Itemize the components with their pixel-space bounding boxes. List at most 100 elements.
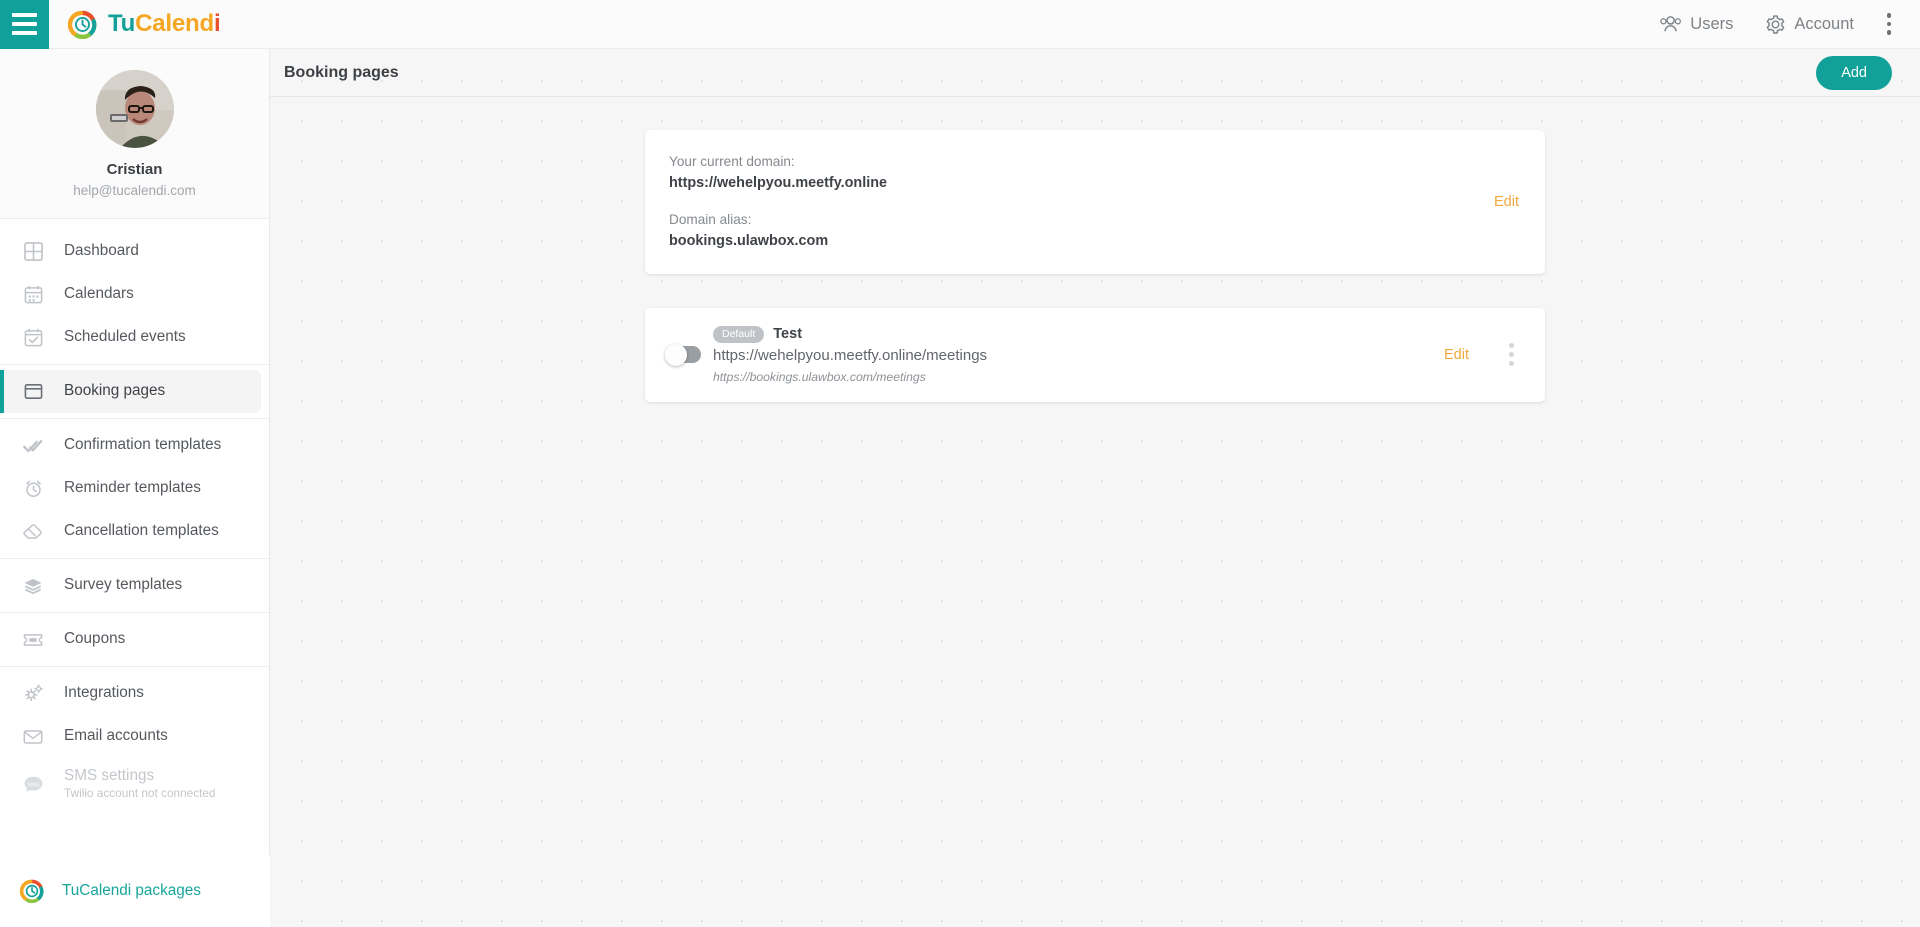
- sidebar-item-sublabel: Twilio account not connected: [64, 786, 216, 800]
- sidebar-group: Confirmation templates Reminder template…: [0, 419, 269, 558]
- brand-logo[interactable]: TuCalendi: [68, 10, 220, 39]
- browser-window-icon: [20, 379, 46, 405]
- calendar-check-icon: [20, 325, 46, 351]
- content-area: Your current domain: https://wehelpyou.m…: [270, 97, 1920, 402]
- sidebar-item-text-stack: SMS settings Twilio account not connecte…: [64, 768, 216, 801]
- envelope-icon: [20, 724, 46, 750]
- brand-text-part3: i: [214, 10, 220, 37]
- domain-info: Your current domain: https://wehelpyou.m…: [669, 151, 1494, 253]
- sidebar-item-label: Integrations: [64, 685, 144, 702]
- svg-text:SMS: SMS: [27, 782, 40, 788]
- account-label: Account: [1794, 15, 1854, 34]
- booking-page-name: Test: [773, 326, 802, 342]
- booking-page-row: Default Test https://wehelpyou.meetfy.on…: [645, 308, 1545, 402]
- page-title: Booking pages: [284, 64, 399, 82]
- hamburger-icon-bar: [12, 31, 37, 35]
- sidebar-item-cancellation-templates[interactable]: Cancellation templates: [0, 510, 261, 553]
- sidebar-item-calendars[interactable]: Calendars: [0, 273, 261, 316]
- profile-section: Cristian help@tucalendi.com: [0, 49, 269, 219]
- double-check-icon: [20, 433, 46, 459]
- sidebar-item-label: Dashboard: [64, 243, 139, 260]
- users-group-icon: [1660, 15, 1682, 33]
- current-domain-value: https://wehelpyou.meetfy.online: [669, 172, 1494, 194]
- profile-name: Cristian: [107, 161, 163, 178]
- domain-alias-value: bookings.ulawbox.com: [669, 230, 1494, 252]
- avatar-photo: [96, 70, 174, 148]
- sidebar-item-email-accounts[interactable]: Email accounts: [0, 715, 261, 758]
- users-label: Users: [1690, 15, 1733, 34]
- sidebar-nav: Dashboard Calendars Scheduled events: [0, 219, 269, 815]
- booking-page-title-row: Default Test: [713, 326, 1444, 343]
- hamburger-icon-bar: [12, 13, 37, 17]
- sidebar-item-label: Coupons: [64, 631, 125, 648]
- sidebar-item-label: SMS settings: [64, 768, 216, 785]
- sidebar-item-label: Survey templates: [64, 577, 182, 594]
- toggle-knob: [665, 344, 687, 366]
- top-bar-actions: Users Account: [1644, 0, 1920, 49]
- calendar-icon: [20, 282, 46, 308]
- gear-icon: [1765, 14, 1786, 35]
- avatar[interactable]: [96, 70, 174, 148]
- layers-icon: [20, 573, 46, 599]
- hamburger-icon-bar: [12, 22, 37, 26]
- add-button[interactable]: Add: [1816, 56, 1892, 90]
- booking-page-url[interactable]: https://wehelpyou.meetfy.online/meetings: [713, 347, 1444, 364]
- sidebar-group: Dashboard Calendars Scheduled events: [0, 225, 269, 364]
- top-bar-more-button[interactable]: [1870, 0, 1908, 49]
- booking-page-alias-url[interactable]: https://bookings.ulawbox.com/meetings: [713, 370, 1444, 384]
- brand-text-part2: Calend: [135, 10, 214, 37]
- ticket-icon: [20, 627, 46, 653]
- sms-bubble-icon: SMS: [20, 771, 46, 797]
- sidebar-item-label: Reminder templates: [64, 480, 201, 497]
- domain-card: Your current domain: https://wehelpyou.m…: [645, 130, 1545, 274]
- gears-icon: [20, 681, 46, 707]
- sidebar: Cristian help@tucalendi.com Dashboard Ca…: [0, 49, 270, 927]
- profile-email: help@tucalendi.com: [73, 183, 196, 198]
- sidebar-item-label: Booking pages: [64, 383, 165, 400]
- main-content: Booking pages Add Your current domain: h…: [270, 49, 1920, 927]
- vertical-dots-icon-dot: [1887, 22, 1892, 27]
- booking-page-toggle[interactable]: [667, 346, 701, 363]
- sidebar-footer: TuCalendi packages: [0, 855, 270, 927]
- brand-text: TuCalendi: [108, 10, 220, 38]
- status-badge: Default: [713, 326, 764, 343]
- sidebar-group: Survey templates: [0, 559, 269, 612]
- vertical-dots-icon-dot: [1509, 361, 1514, 366]
- sidebar-item-survey-templates[interactable]: Survey templates: [0, 564, 261, 607]
- sidebar-item-label: Cancellation templates: [64, 523, 219, 540]
- page-header: Booking pages Add: [270, 49, 1920, 97]
- tucalendi-logo-icon: [20, 879, 44, 903]
- sidebar-group: Booking pages: [0, 365, 269, 418]
- booking-page-details: Default Test https://wehelpyou.meetfy.on…: [713, 326, 1444, 384]
- booking-page-more-button[interactable]: [1499, 343, 1523, 366]
- current-domain-label: Your current domain:: [669, 151, 1494, 172]
- sidebar-item-label: Scheduled events: [64, 329, 186, 346]
- vertical-dots-icon-dot: [1887, 30, 1892, 35]
- edit-booking-page-link[interactable]: Edit: [1444, 347, 1469, 363]
- eraser-icon: [20, 519, 46, 545]
- sidebar-item-dashboard[interactable]: Dashboard: [0, 230, 261, 273]
- alarm-clock-icon: [20, 476, 46, 502]
- sidebar-item-confirmation-templates[interactable]: Confirmation templates: [0, 424, 261, 467]
- tucalendi-packages-label: TuCalendi packages: [62, 882, 201, 900]
- users-button[interactable]: Users: [1644, 0, 1749, 49]
- vertical-dots-icon-dot: [1509, 343, 1514, 348]
- edit-domain-link[interactable]: Edit: [1494, 194, 1519, 210]
- brand-text-part1: Tu: [108, 10, 135, 37]
- tucalendi-packages-link[interactable]: TuCalendi packages: [20, 879, 201, 903]
- hamburger-menu-button[interactable]: [0, 0, 49, 49]
- tucalendi-logo-icon: [68, 10, 97, 39]
- account-button[interactable]: Account: [1749, 0, 1870, 49]
- sidebar-group: Integrations Email accounts SMS SMS sett…: [0, 667, 269, 815]
- vertical-dots-icon-dot: [1509, 352, 1514, 357]
- sidebar-item-reminder-templates[interactable]: Reminder templates: [0, 467, 261, 510]
- sidebar-group: Coupons: [0, 613, 269, 666]
- sidebar-item-coupons[interactable]: Coupons: [0, 618, 261, 661]
- domain-alias-label: Domain alias:: [669, 209, 1494, 230]
- spacer: [669, 194, 1494, 209]
- sidebar-item-sms-settings[interactable]: SMS SMS settings Twilio account not conn…: [0, 758, 261, 810]
- top-bar: TuCalendi Users Account: [0, 0, 1920, 49]
- sidebar-item-booking-pages[interactable]: Booking pages: [0, 370, 261, 413]
- sidebar-item-scheduled-events[interactable]: Scheduled events: [0, 316, 261, 359]
- sidebar-item-integrations[interactable]: Integrations: [0, 672, 261, 715]
